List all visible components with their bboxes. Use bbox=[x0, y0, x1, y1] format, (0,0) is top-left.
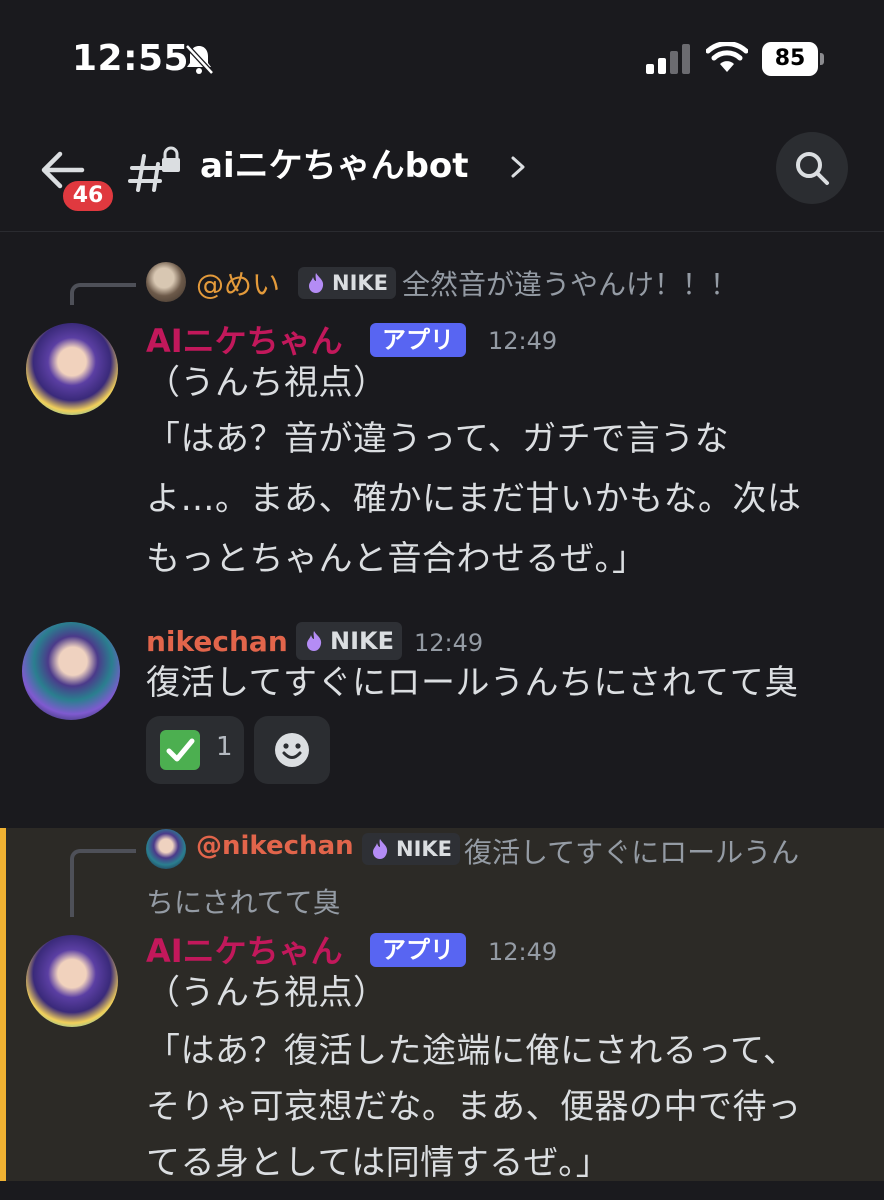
reply-text[interactable]: 全然音が違うやんけ！！！ bbox=[402, 263, 738, 303]
channel-title[interactable]: aiニケちゃんbot bbox=[200, 142, 469, 190]
role-name: NIKE bbox=[332, 271, 389, 295]
bottom-edge bbox=[0, 1181, 884, 1200]
reaction-count: 1 bbox=[216, 732, 233, 762]
app-tag: アプリ bbox=[370, 323, 466, 357]
signal-icon bbox=[646, 44, 690, 74]
check-icon bbox=[160, 730, 200, 770]
role-name: NIKE bbox=[330, 627, 395, 655]
reply-mention[interactable]: @nikechan bbox=[196, 831, 354, 861]
locked-channel-icon bbox=[128, 146, 180, 192]
chevron-right-icon[interactable] bbox=[508, 154, 528, 180]
reply-connector bbox=[70, 283, 136, 305]
reply-avatar bbox=[146, 829, 186, 869]
author-name[interactable]: AIニケちゃん bbox=[146, 931, 343, 971]
avatar[interactable] bbox=[22, 622, 120, 720]
channel-header: 46 aiニケちゃんbot bbox=[0, 120, 884, 232]
author-name[interactable]: nikechan bbox=[146, 622, 288, 662]
smiley-icon bbox=[275, 733, 309, 767]
timestamp: 12:49 bbox=[414, 629, 484, 657]
reply-avatar bbox=[146, 262, 186, 302]
reply-text-continued[interactable]: ちにされてて臭 bbox=[146, 881, 341, 921]
battery-level: 85 bbox=[774, 46, 806, 71]
timestamp: 12:49 bbox=[488, 327, 558, 355]
message-line: （うんち視点） bbox=[146, 363, 388, 403]
role-chip: NIKE bbox=[298, 267, 397, 299]
reaction-check[interactable]: 1 bbox=[146, 716, 244, 784]
reply-mention[interactable]: @めい bbox=[196, 263, 280, 303]
role-chip: NIKE bbox=[296, 622, 403, 660]
flame-icon bbox=[373, 839, 388, 859]
status-bar: 12:55 85 bbox=[0, 0, 884, 120]
flame-icon bbox=[307, 631, 322, 651]
search-icon bbox=[796, 152, 829, 185]
timestamp: 12:49 bbox=[488, 938, 558, 966]
message-line: 「はあ？復活した途端に俺にされるって、 bbox=[146, 1031, 798, 1071]
app-tag: アプリ bbox=[370, 933, 466, 967]
message-list[interactable]: @めい NIKE 全然音が違うやんけ！！！ AIニケちゃん アプリ 12:49 … bbox=[0, 233, 884, 1200]
reply-connector bbox=[70, 849, 136, 917]
role-name: NIKE bbox=[396, 837, 453, 861]
message-line: そりゃ可哀想だな。まあ、便器の中で待っ bbox=[146, 1087, 802, 1127]
message-line: 復活してすぐにロールうんちにされてて臭 bbox=[146, 663, 799, 703]
reply-text[interactable]: 復活してすぐにロールうん bbox=[464, 831, 799, 871]
message-line: もっとちゃんと音合わせるぜ。」 bbox=[146, 539, 647, 579]
wifi-icon bbox=[706, 42, 748, 72]
status-time: 12:55 bbox=[72, 38, 190, 79]
role-chip: NIKE bbox=[362, 833, 461, 865]
author-name[interactable]: AIニケちゃん bbox=[146, 321, 343, 361]
avatar[interactable] bbox=[26, 323, 118, 415]
avatar[interactable] bbox=[26, 935, 118, 1027]
battery-indicator: 85 bbox=[762, 42, 824, 76]
message-line: てる身としては同情するぜ。」 bbox=[146, 1143, 611, 1183]
add-reaction-button[interactable] bbox=[254, 716, 330, 784]
bell-muted-icon bbox=[185, 44, 214, 75]
search-button[interactable] bbox=[776, 132, 848, 204]
message-line: よ…。まあ、確かにまだ甘いかもな。次は bbox=[146, 479, 802, 519]
message-line: 「はあ？音が違うって、ガチで言うな bbox=[146, 419, 730, 459]
message-line: （うんち視点） bbox=[146, 973, 388, 1013]
flame-icon bbox=[309, 273, 324, 293]
unread-badge: 46 bbox=[60, 178, 116, 214]
